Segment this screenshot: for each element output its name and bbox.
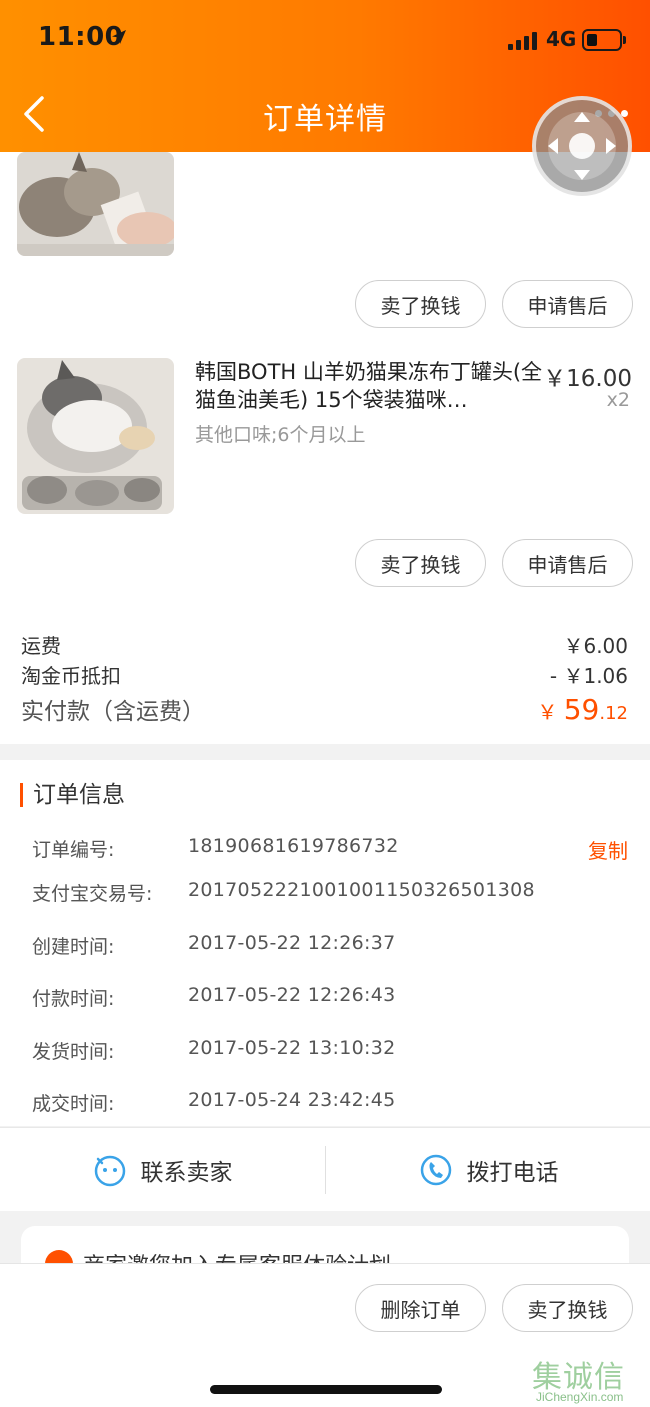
resell-button-bottom[interactable]: 卖了换钱 bbox=[502, 1284, 633, 1332]
copy-button[interactable]: 复制 bbox=[588, 835, 628, 864]
total-row: 实付款（含运费） ￥ 59.12 bbox=[21, 692, 628, 726]
shipping-fee-value: ￥6.00 bbox=[563, 634, 628, 658]
info-label: 付款时间: bbox=[32, 988, 115, 1010]
shipping-fee-label: 运费 bbox=[21, 634, 61, 658]
product-image-2[interactable] bbox=[17, 358, 174, 514]
info-value: 18190681619786732 bbox=[188, 835, 399, 857]
contact-seller-label: 联系卖家 bbox=[140, 1160, 233, 1186]
dpad-icon bbox=[548, 112, 616, 180]
network-type: 4G bbox=[546, 27, 577, 51]
coin-deduction-label: 淘金币抵扣 bbox=[21, 664, 121, 688]
product-price: ￥16.00 bbox=[543, 366, 632, 392]
order-detail-screen: 11:00 4G 订单详情 卖了换钱 申请售后 韩国BOTH 山羊奶猫果冻布丁罐… bbox=[0, 0, 650, 1407]
order-info-title: 订单信息 bbox=[20, 783, 125, 807]
items-card: 卖了换钱 申请售后 韩国BOTH 山羊奶猫果冻布丁罐头(全猫鱼油美毛) 15个袋… bbox=[0, 152, 650, 744]
assistive-touch-button[interactable] bbox=[532, 96, 632, 196]
product-title[interactable]: 韩国BOTH 山羊奶猫果冻布丁罐头(全猫鱼油美毛) 15个袋装猫咪… bbox=[195, 358, 545, 414]
info-value: 2017-05-22 13:10:32 bbox=[188, 1037, 396, 1059]
watermark-en: JiChengXin.com bbox=[536, 1390, 624, 1404]
info-label: 发货时间: bbox=[32, 1041, 115, 1063]
coin-deduction-row: 淘金币抵扣 - ￥1.06 bbox=[21, 660, 628, 689]
info-label: 支付宝交易号: bbox=[32, 883, 153, 905]
after-sale-button-2[interactable]: 申请售后 bbox=[502, 539, 633, 587]
info-value: 2017-05-22 12:26:37 bbox=[188, 932, 396, 954]
info-value: 2017-05-22 12:26:43 bbox=[188, 984, 396, 1006]
delete-order-button[interactable]: 删除订单 bbox=[355, 1284, 486, 1332]
watermark-logo: 集诚信 JiChengXin.com bbox=[532, 1352, 650, 1407]
contact-seller-button[interactable]: 联系卖家 bbox=[0, 1128, 325, 1212]
resell-button-2[interactable]: 卖了换钱 bbox=[355, 539, 486, 587]
call-button[interactable]: 拨打电话 bbox=[326, 1128, 650, 1212]
info-label: 创建时间: bbox=[32, 936, 115, 958]
battery-icon bbox=[582, 29, 626, 51]
contact-bar: 联系卖家 拨打电话 bbox=[0, 1127, 650, 1211]
call-label: 拨打电话 bbox=[466, 1160, 559, 1186]
total-label: 实付款（含运费） bbox=[21, 699, 205, 725]
product-image-1[interactable] bbox=[17, 152, 174, 256]
resell-button-1[interactable]: 卖了换钱 bbox=[355, 280, 486, 328]
after-sale-button-1[interactable]: 申请售后 bbox=[502, 280, 633, 328]
phone-icon bbox=[420, 1154, 451, 1186]
coin-deduction-value: - ￥1.06 bbox=[549, 664, 628, 688]
info-label: 订单编号: bbox=[32, 839, 115, 861]
shipping-fee-row: 运费 ￥6.00 bbox=[21, 630, 628, 659]
order-info-card: 订单信息 订单编号: 18190681619786732 复制 支付宝交易号: … bbox=[0, 760, 650, 1126]
chat-face-icon bbox=[94, 1155, 125, 1187]
info-value: 2017-05-24 23:42:45 bbox=[188, 1089, 396, 1111]
info-label: 成交时间: bbox=[32, 1093, 115, 1115]
info-value: 2017052221001001150326501308 bbox=[188, 879, 535, 901]
home-indicator[interactable] bbox=[210, 1385, 442, 1394]
signal-icon bbox=[508, 32, 540, 50]
location-arrow-icon bbox=[112, 30, 126, 44]
product-spec: 其他口味;6个月以上 bbox=[195, 424, 366, 446]
total-amount: ￥ 59.12 bbox=[537, 693, 628, 726]
product-quantity: x2 bbox=[606, 389, 630, 411]
